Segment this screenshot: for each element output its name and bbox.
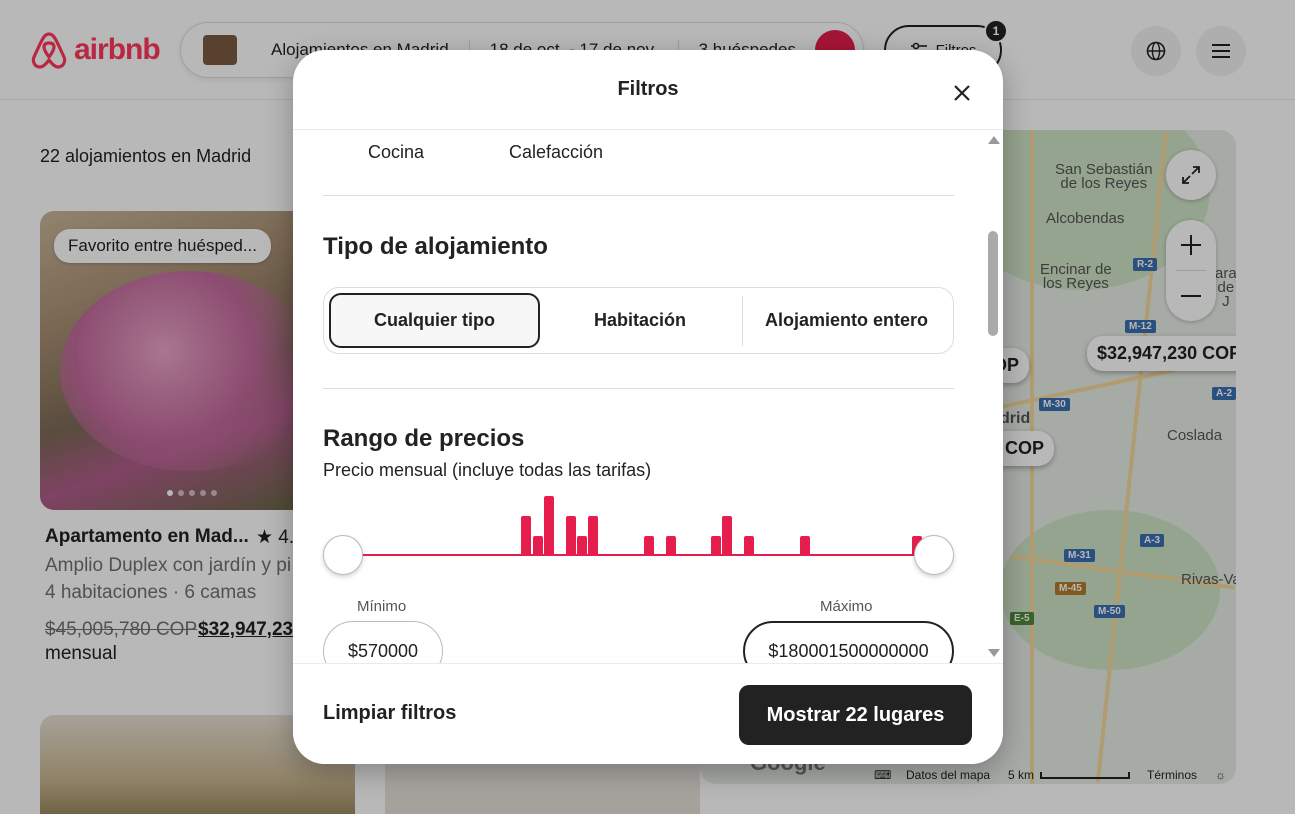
amenity-heating[interactable]: Calefacción xyxy=(509,142,603,163)
section-divider xyxy=(323,388,954,389)
modal-header: Filtros xyxy=(293,50,1003,130)
histogram-bar xyxy=(710,536,721,556)
histogram-bar xyxy=(800,536,811,556)
min-price-label: Mínimo xyxy=(357,598,407,615)
price-range-subtitle: Precio mensual (incluye todas las tarifa… xyxy=(323,460,652,480)
histogram-bar xyxy=(644,536,655,556)
histogram-bar xyxy=(566,516,577,556)
show-results-button[interactable]: Mostrar 22 lugares xyxy=(739,685,972,745)
type-option-any[interactable]: Cualquier tipo xyxy=(329,293,540,348)
min-price-input[interactable]: $570000 xyxy=(323,621,443,663)
section-divider xyxy=(323,195,954,196)
type-option-room[interactable]: Habitación xyxy=(540,293,740,348)
histogram-bar xyxy=(666,536,677,556)
histogram-bar xyxy=(744,536,755,556)
scroll-up-arrow[interactable] xyxy=(988,136,1000,144)
type-option-entire[interactable]: Alojamiento entero xyxy=(743,293,950,348)
histogram-bar xyxy=(722,516,733,556)
scroll-down-arrow[interactable] xyxy=(988,649,1000,657)
scroll-thumb[interactable] xyxy=(988,231,998,336)
close-icon xyxy=(954,85,970,101)
price-slider-track xyxy=(343,554,934,556)
modal-scrollbar[interactable] xyxy=(987,130,1001,663)
close-button[interactable] xyxy=(947,78,977,108)
histogram-bar xyxy=(532,536,543,556)
price-histogram xyxy=(323,492,954,556)
modal-title: Filtros xyxy=(617,78,679,100)
filters-modal: Filtros Cocina Calefacción Tipo de aloja… xyxy=(293,50,1003,764)
property-type-selector: Cualquier tipo Habitación Alojamiento en… xyxy=(323,287,954,354)
histogram-bar xyxy=(577,536,588,556)
price-max-handle[interactable] xyxy=(914,535,954,575)
price-range-title: Rango de precios xyxy=(323,425,525,452)
amenity-kitchen[interactable]: Cocina xyxy=(368,142,424,163)
histogram-bar xyxy=(521,516,532,556)
max-price-label: Máximo xyxy=(820,598,873,615)
modal-body: Cocina Calefacción Tipo de alojamiento C… xyxy=(293,130,1003,663)
histogram-bar xyxy=(588,516,599,556)
modal-footer: Limpiar filtros Mostrar 22 lugares xyxy=(293,663,1003,764)
histogram-bar xyxy=(543,496,554,556)
property-type-title: Tipo de alojamiento xyxy=(323,233,548,260)
max-price-input[interactable]: $180001500000000 xyxy=(743,621,954,663)
price-min-handle[interactable] xyxy=(323,535,363,575)
clear-filters-link[interactable]: Limpiar filtros xyxy=(323,702,456,725)
